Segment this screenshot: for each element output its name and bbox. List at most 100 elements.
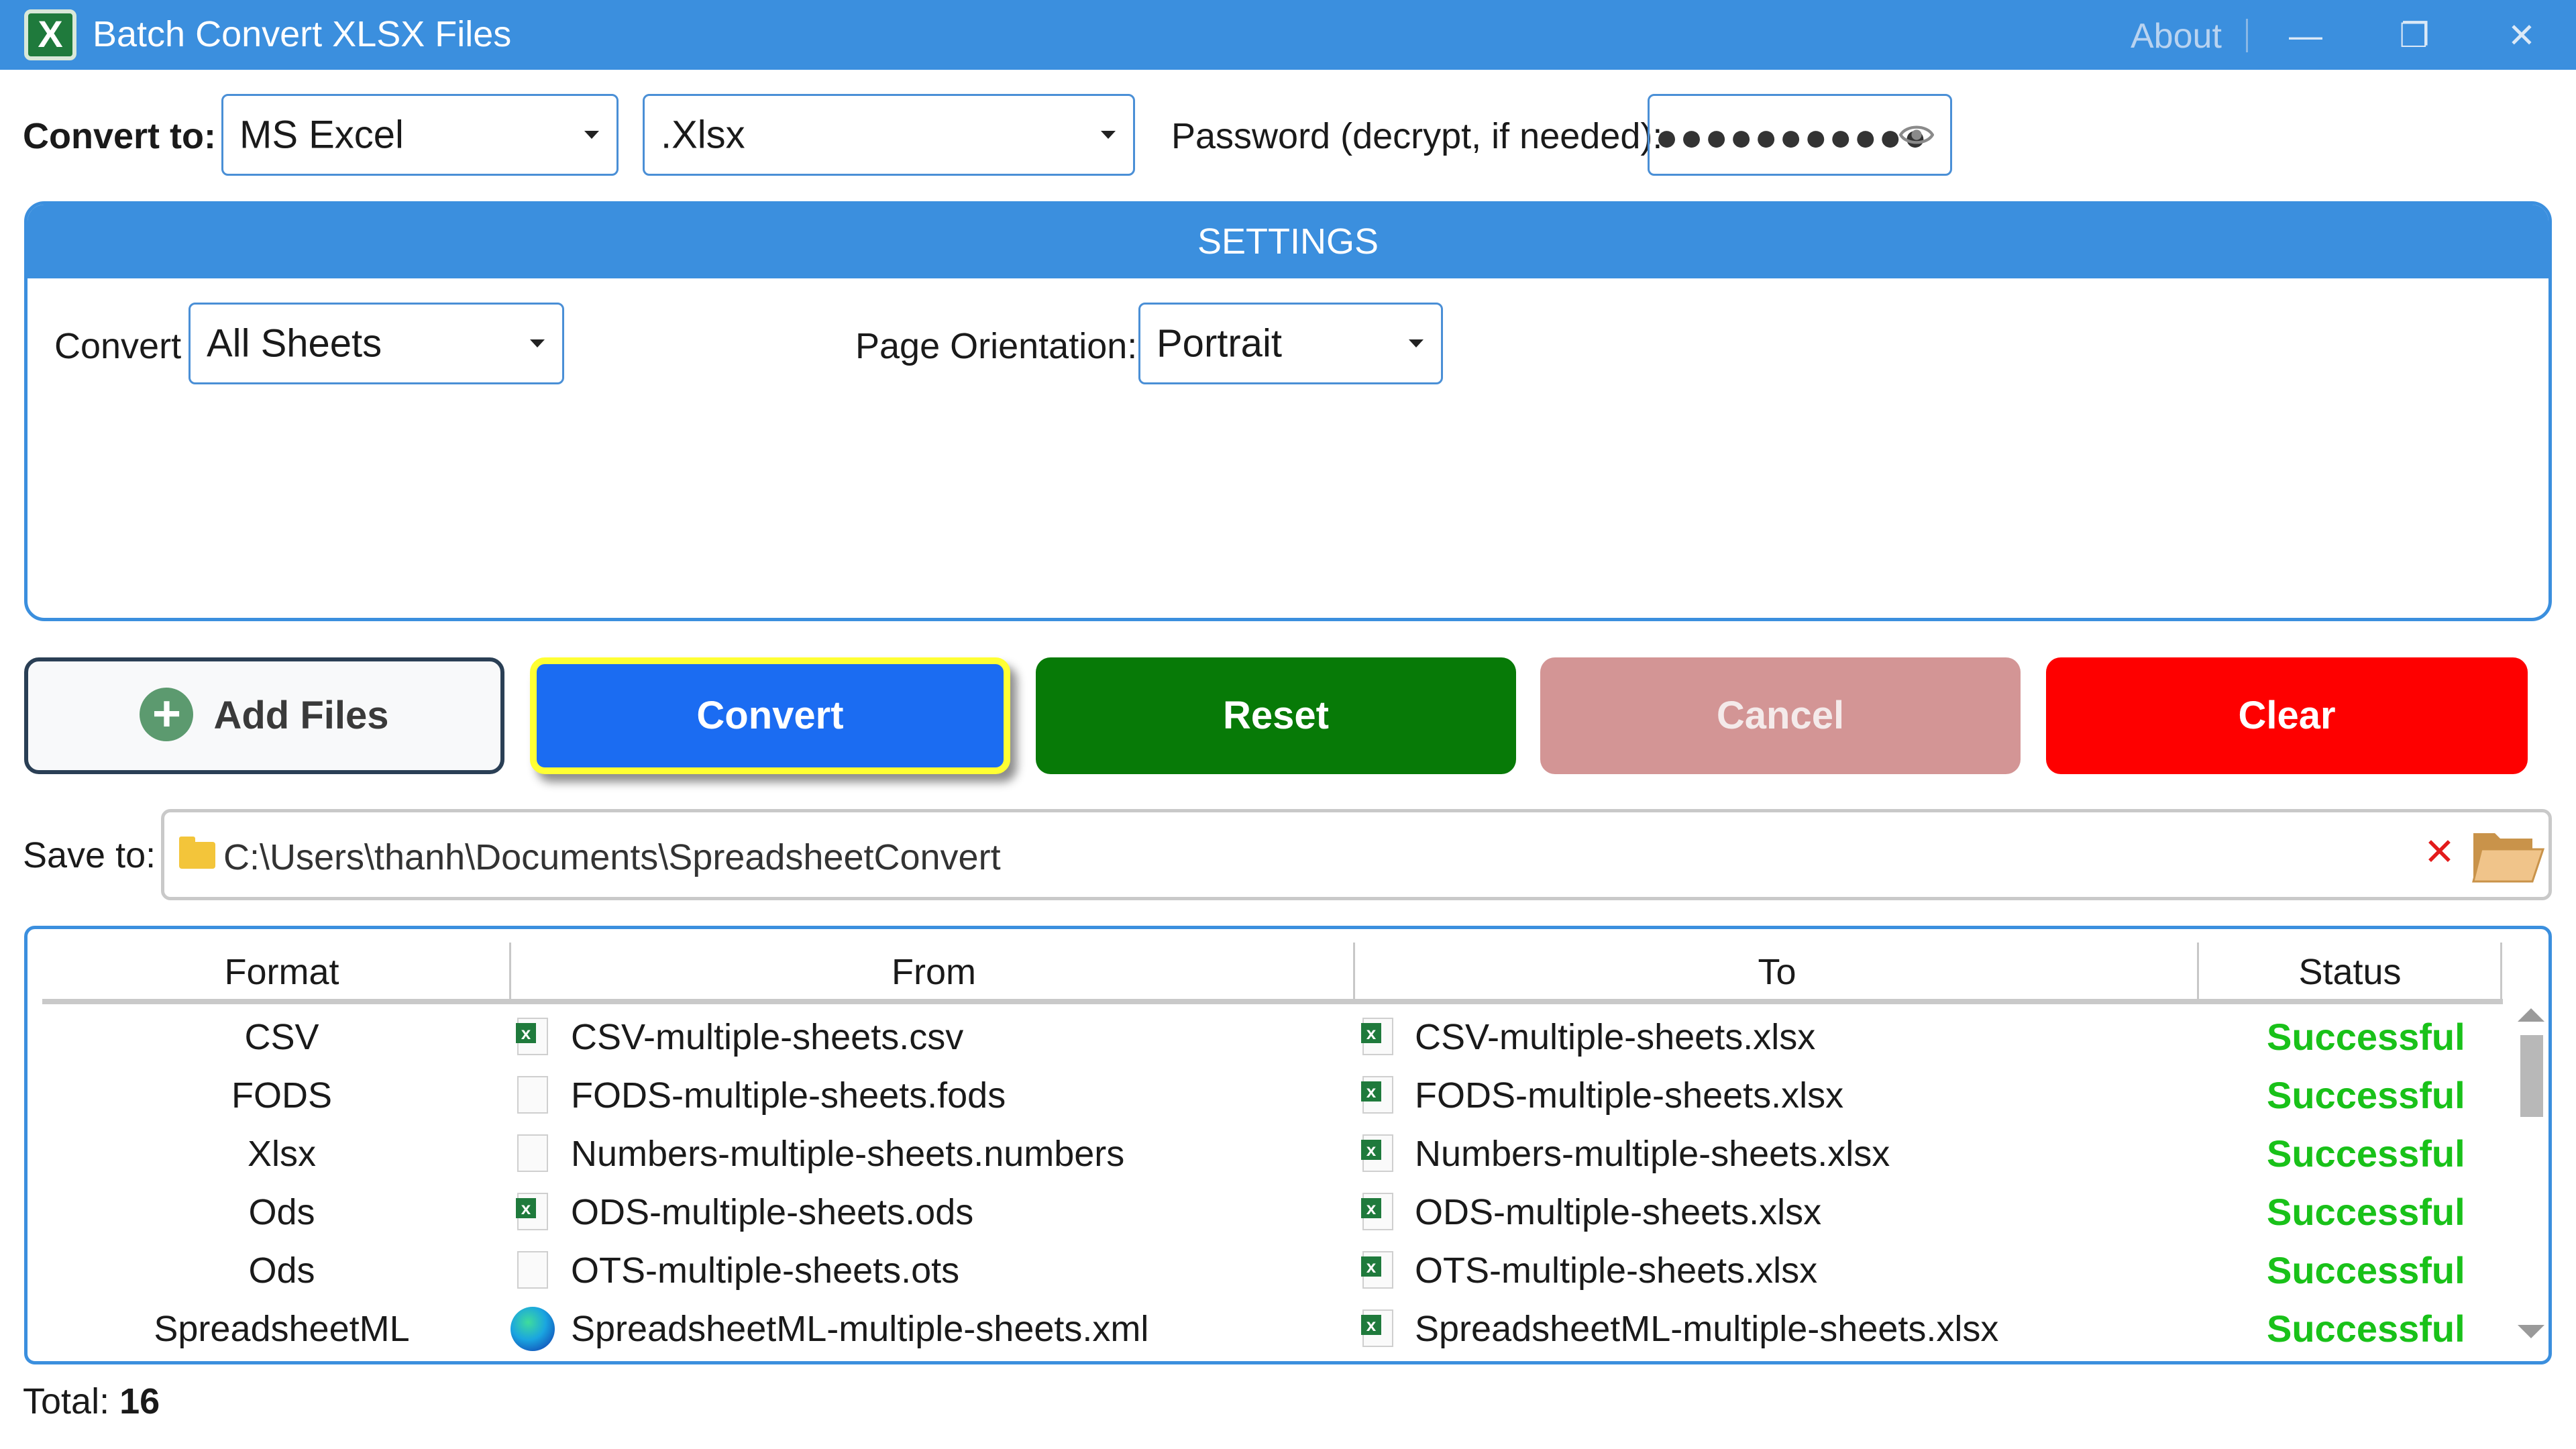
blank-file-icon <box>517 1076 548 1114</box>
plus-circle-icon: + <box>140 687 194 741</box>
scrollbar-thumb[interactable] <box>2520 1035 2543 1117</box>
convert-button[interactable]: Convert <box>530 657 1010 774</box>
save-path-field[interactable]: C:\Users\thanh\Documents\SpreadsheetConv… <box>161 809 2552 900</box>
excel-file-icon <box>1361 1193 1393 1230</box>
to-cell: Numbers-multiple-sheets.xlsx <box>1415 1134 1890 1174</box>
orientation-select-value: Portrait <box>1157 321 1282 366</box>
cancel-button[interactable]: Cancel <box>1540 657 2021 774</box>
column-header-status[interactable]: Status <box>2200 945 2500 999</box>
from-cell: ODS-multiple-sheets.ods <box>571 1192 974 1232</box>
files-table: Format From To Status CSV CSV-multiple-s… <box>24 926 2552 1364</box>
column-divider <box>509 943 511 1000</box>
table-row[interactable]: FODS FODS-multiple-sheets.fods FODS-mult… <box>28 1067 2510 1126</box>
from-cell: FODS-multiple-sheets.fods <box>571 1075 1006 1116</box>
clear-path-icon[interactable]: ✕ <box>2424 830 2455 874</box>
blank-file-icon <box>517 1251 548 1289</box>
to-cell: FODS-multiple-sheets.xlsx <box>1415 1075 1844 1116</box>
close-button[interactable]: ✕ <box>2498 12 2545 59</box>
edge-icon <box>511 1307 555 1351</box>
status-cell: Successful <box>2267 1191 2465 1233</box>
format-cell: CSV <box>244 1017 319 1057</box>
table-row[interactable]: Ods OTS-multiple-sheets.ots OTS-multiple… <box>28 1242 2510 1301</box>
eye-icon[interactable] <box>1899 117 1934 152</box>
total-label: Total: <box>23 1381 110 1421</box>
to-cell: ODS-multiple-sheets.xlsx <box>1415 1192 1822 1232</box>
excel-file-icon <box>1361 1076 1393 1114</box>
column-divider <box>1353 943 1355 1000</box>
column-divider <box>2197 943 2199 1000</box>
restore-button[interactable]: ❐ <box>2391 12 2438 59</box>
format-cell: Ods <box>248 1192 315 1232</box>
chevron-down-icon <box>584 131 599 139</box>
status-cell: Successful <box>2267 1074 2465 1116</box>
to-cell: CSV-multiple-sheets.xlsx <box>1415 1017 1816 1057</box>
column-divider <box>2500 943 2502 1000</box>
total-value: 16 <box>119 1381 160 1421</box>
header-underline <box>42 999 2503 1004</box>
orientation-label: Page Orientation: <box>855 326 1138 366</box>
minimize-button[interactable]: — <box>2282 12 2329 59</box>
about-link[interactable]: About <box>2131 16 2222 56</box>
sheets-select[interactable]: All Sheets <box>189 303 564 384</box>
sheets-select-value: All Sheets <box>207 321 382 366</box>
title-separator <box>2246 19 2248 52</box>
excel-icon: X <box>24 9 76 60</box>
orientation-select[interactable]: Portrait <box>1138 303 1443 384</box>
blank-file-icon <box>517 1134 548 1172</box>
scroll-up-arrow[interactable] <box>2518 1008 2544 1022</box>
excel-file-icon <box>1361 1251 1393 1289</box>
add-files-label: Add Files <box>213 694 389 737</box>
excel-ods-icon <box>516 1193 548 1230</box>
scroll-down-arrow[interactable] <box>2518 1325 2544 1338</box>
to-cell: SpreadsheetML-multiple-sheets.xlsx <box>1415 1309 1999 1349</box>
total-count: Total: 16 <box>23 1381 160 1422</box>
status-cell: Successful <box>2267 1307 2465 1350</box>
status-cell: Successful <box>2267 1249 2465 1291</box>
column-header-to[interactable]: To <box>1356 945 2198 999</box>
table-row[interactable]: Xlsx Numbers-multiple-sheets.numbers Num… <box>28 1125 2510 1184</box>
password-masked-value: ●●●●●●●●●●● <box>1655 115 1929 159</box>
format-cell: Ods <box>248 1250 315 1291</box>
status-cell: Successful <box>2267 1132 2465 1175</box>
password-field[interactable]: ●●●●●●●●●●● <box>1648 94 1952 176</box>
from-cell: OTS-multiple-sheets.ots <box>571 1250 960 1291</box>
window-title: Batch Convert XLSX Files <box>93 14 512 54</box>
chevron-down-icon <box>530 339 545 347</box>
extension-select[interactable]: .Xlsx <box>643 94 1135 176</box>
clear-button[interactable]: Clear <box>2046 657 2528 774</box>
settings-header: SETTINGS <box>28 205 2548 278</box>
password-label: Password (decrypt, if needed): <box>1171 116 1663 156</box>
format-cell: FODS <box>231 1075 332 1116</box>
to-cell: OTS-multiple-sheets.xlsx <box>1415 1250 1818 1291</box>
folder-icon <box>179 837 215 869</box>
format-cell: SpreadsheetML <box>154 1309 410 1349</box>
from-cell: Numbers-multiple-sheets.numbers <box>571 1134 1125 1174</box>
chevron-down-icon <box>1409 339 1424 347</box>
from-cell: SpreadsheetML-multiple-sheets.xml <box>571 1309 1149 1349</box>
chevron-down-icon <box>1101 131 1116 139</box>
excel-file-icon <box>1361 1018 1393 1055</box>
format-select-value: MS Excel <box>239 113 404 157</box>
add-files-button[interactable]: + Add Files <box>24 657 504 774</box>
table-row[interactable]: SpreadsheetML SpreadsheetML-multiple-she… <box>28 1300 2510 1359</box>
status-cell: Successful <box>2267 1016 2465 1058</box>
convert-to-label: Convert to: <box>23 116 216 156</box>
table-row[interactable]: Ods ODS-multiple-sheets.ods ODS-multiple… <box>28 1183 2510 1242</box>
column-header-format[interactable]: Format <box>42 945 521 999</box>
column-header-from[interactable]: From <box>512 945 1356 999</box>
table-row[interactable]: CSV CSV-multiple-sheets.csv CSV-multiple… <box>28 1008 2510 1067</box>
format-select[interactable]: MS Excel <box>221 94 619 176</box>
title-bar: X Batch Convert XLSX Files About — ❐ ✕ <box>0 0 2576 70</box>
excel-csv-icon <box>516 1018 548 1055</box>
save-path-value: C:\Users\thanh\Documents\SpreadsheetConv… <box>223 837 1001 877</box>
convert-sheets-label: Convert <box>54 326 182 366</box>
settings-panel: SETTINGS Convert All Sheets Page Orienta… <box>24 201 2552 621</box>
folder-open-icon[interactable] <box>2471 824 2546 888</box>
extension-select-value: .Xlsx <box>661 113 745 157</box>
excel-file-icon <box>1361 1309 1393 1347</box>
excel-file-icon <box>1361 1134 1393 1172</box>
reset-button[interactable]: Reset <box>1036 657 1516 774</box>
format-cell: Xlsx <box>247 1134 316 1174</box>
save-to-label: Save to: <box>23 835 156 875</box>
from-cell: CSV-multiple-sheets.csv <box>571 1017 964 1057</box>
